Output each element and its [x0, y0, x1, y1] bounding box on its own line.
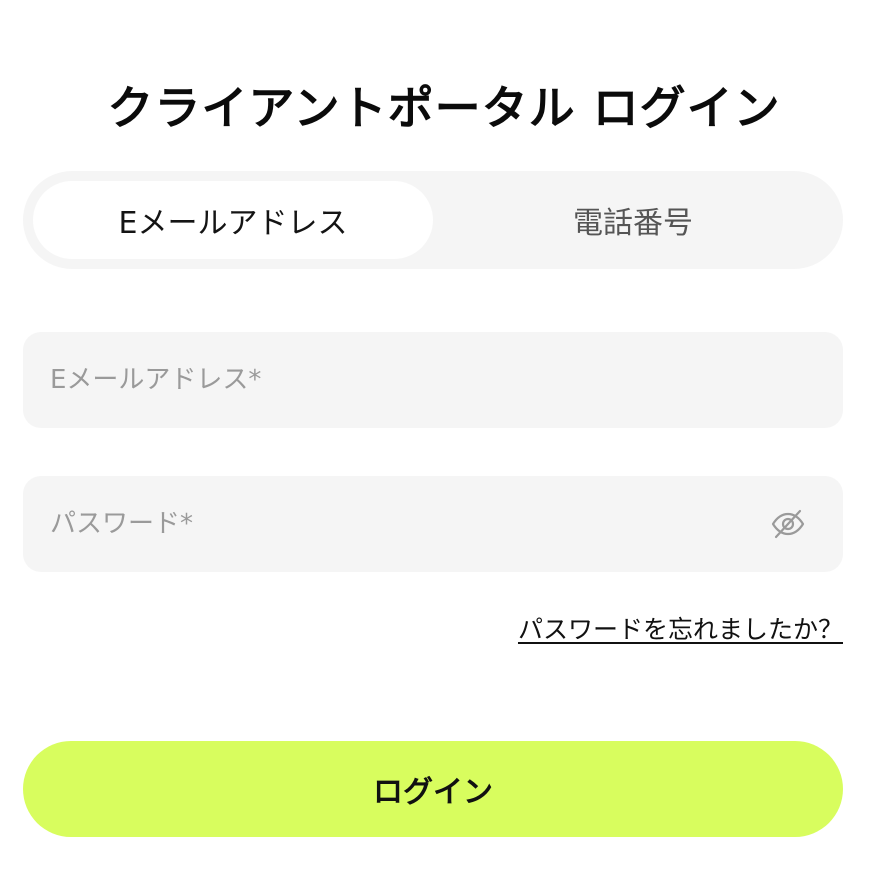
email-input[interactable]: [23, 332, 843, 428]
email-field-container: [23, 332, 843, 428]
password-input[interactable]: [23, 476, 843, 572]
login-method-tabs: Eメールアドレス 電話番号: [23, 171, 843, 269]
login-page: クライアントポータル ログイン Eメールアドレス 電話番号 パスワードを忘れまし…: [0, 0, 888, 890]
page-title: クライアントポータル ログイン: [107, 80, 781, 135]
forgot-password-link[interactable]: パスワードを忘れましたか？: [518, 610, 843, 646]
login-button[interactable]: ログイン: [23, 741, 843, 837]
tab-phone[interactable]: 電話番号: [433, 181, 833, 259]
password-field-container: [23, 476, 843, 572]
tab-email[interactable]: Eメールアドレス: [33, 181, 433, 259]
eye-off-icon[interactable]: [771, 507, 805, 541]
